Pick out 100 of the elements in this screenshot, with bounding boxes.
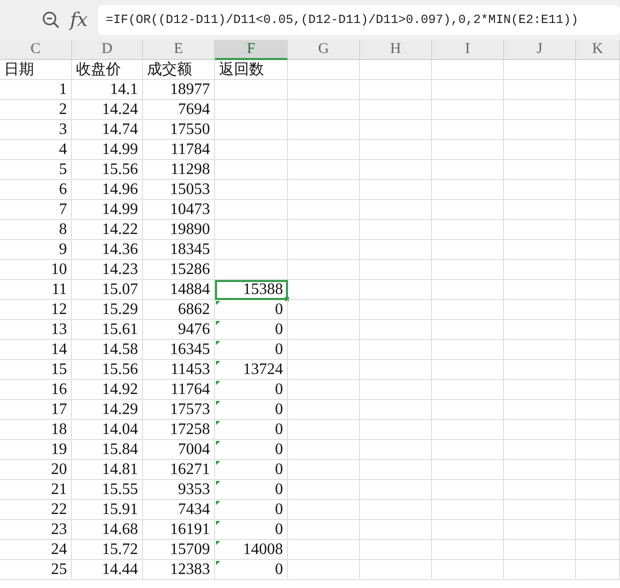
empty-cell xyxy=(504,260,576,280)
table-cell[interactable] xyxy=(215,100,288,120)
empty-cell xyxy=(288,360,360,380)
empty-cell xyxy=(504,360,576,380)
empty-cell xyxy=(432,300,504,320)
table-cell: 14.22 xyxy=(72,220,143,240)
empty-cell xyxy=(288,280,360,300)
empty-cell xyxy=(360,140,432,160)
table-cell: 23 xyxy=(0,520,72,540)
empty-cell xyxy=(504,340,576,360)
column-header[interactable]: E xyxy=(143,40,215,60)
empty-cell xyxy=(288,380,360,400)
table-cell: 11 xyxy=(0,280,72,300)
empty-cell xyxy=(288,420,360,440)
empty-cell xyxy=(288,460,360,480)
empty-cell xyxy=(432,460,504,480)
empty-cell xyxy=(576,360,620,380)
empty-cell xyxy=(288,560,360,580)
column-header[interactable]: K xyxy=(576,40,620,60)
table-cell[interactable] xyxy=(215,260,288,280)
table-cell: 22 xyxy=(0,500,72,520)
empty-cell xyxy=(432,320,504,340)
table-cell[interactable]: 0 xyxy=(215,340,288,360)
column-header[interactable]: D xyxy=(72,40,143,60)
zoom-icon[interactable] xyxy=(42,11,60,29)
empty-cell xyxy=(504,140,576,160)
formula-field[interactable]: =IF(OR((D12-D11)/D11<0.05,(D12-D11)/D11>0.097),0,2*MIN(E2:E11)) xyxy=(98,5,620,35)
table-cell: 7694 xyxy=(143,100,215,120)
empty-cell xyxy=(504,320,576,340)
table-cell[interactable]: 0 xyxy=(215,400,288,420)
table-cell[interactable]: 0 xyxy=(215,380,288,400)
empty-cell xyxy=(288,120,360,140)
empty-cell xyxy=(432,60,504,80)
table-cell[interactable] xyxy=(215,140,288,160)
empty-cell xyxy=(504,120,576,140)
empty-cell xyxy=(576,460,620,480)
table-cell: 10473 xyxy=(143,200,215,220)
table-cell[interactable] xyxy=(215,240,288,260)
empty-cell xyxy=(360,220,432,240)
table-cell: 14.23 xyxy=(72,260,143,280)
empty-cell xyxy=(360,280,432,300)
column-header[interactable]: C xyxy=(0,40,72,60)
empty-cell xyxy=(432,380,504,400)
empty-cell xyxy=(288,160,360,180)
table-cell[interactable]: 0 xyxy=(215,500,288,520)
table-cell: 18 xyxy=(0,420,72,440)
function-icon[interactable]: fx xyxy=(70,9,88,31)
table-cell: 8 xyxy=(0,220,72,240)
table-cell[interactable]: 0 xyxy=(215,520,288,540)
table-cell[interactable]: 0 xyxy=(215,460,288,480)
table-cell[interactable]: 0 xyxy=(215,560,288,580)
table-cell[interactable]: 0 xyxy=(215,480,288,500)
empty-cell xyxy=(288,520,360,540)
table-cell[interactable]: 0 xyxy=(215,300,288,320)
table-cell: 18345 xyxy=(143,240,215,260)
table-cell: 12 xyxy=(0,300,72,320)
column-header[interactable]: F xyxy=(215,40,288,60)
table-cell: 15709 xyxy=(143,540,215,560)
table-cell: 17573 xyxy=(143,400,215,420)
table-cell[interactable]: 14008 xyxy=(215,540,288,560)
empty-cell xyxy=(504,420,576,440)
empty-cell xyxy=(288,200,360,220)
empty-cell xyxy=(288,440,360,460)
empty-cell xyxy=(576,480,620,500)
table-cell: 14.99 xyxy=(72,200,143,220)
table-cell[interactable]: 15388 xyxy=(215,280,288,300)
table-cell[interactable] xyxy=(215,200,288,220)
empty-cell xyxy=(432,240,504,260)
table-cell[interactable] xyxy=(215,120,288,140)
column-header[interactable]: I xyxy=(432,40,504,60)
empty-cell xyxy=(432,180,504,200)
empty-cell xyxy=(576,560,620,580)
table-cell[interactable]: 0 xyxy=(215,420,288,440)
table-cell: 10 xyxy=(0,260,72,280)
table-cell[interactable]: 0 xyxy=(215,440,288,460)
empty-cell xyxy=(288,100,360,120)
column-header[interactable]: J xyxy=(504,40,576,60)
column-header[interactable]: G xyxy=(288,40,360,60)
empty-cell xyxy=(576,120,620,140)
table-cell[interactable] xyxy=(215,220,288,240)
table-cell: 19890 xyxy=(143,220,215,240)
column-header[interactable]: H xyxy=(360,40,432,60)
table-cell: 15.55 xyxy=(72,480,143,500)
table-cell[interactable]: 13724 xyxy=(215,360,288,380)
table-cell: 收盘价 xyxy=(72,60,143,80)
table-cell[interactable] xyxy=(215,160,288,180)
empty-cell xyxy=(360,400,432,420)
empty-cell xyxy=(360,360,432,380)
table-cell: 14884 xyxy=(143,280,215,300)
table-cell: 25 xyxy=(0,560,72,580)
table-cell[interactable] xyxy=(215,180,288,200)
empty-cell xyxy=(432,440,504,460)
table-cell[interactable]: 0 xyxy=(215,320,288,340)
empty-cell xyxy=(360,480,432,500)
table-cell: 9 xyxy=(0,240,72,260)
empty-cell xyxy=(360,60,432,80)
table-cell[interactable] xyxy=(215,80,288,100)
table-cell: 17 xyxy=(0,400,72,420)
empty-cell xyxy=(432,540,504,560)
table-cell: 3 xyxy=(0,120,72,140)
